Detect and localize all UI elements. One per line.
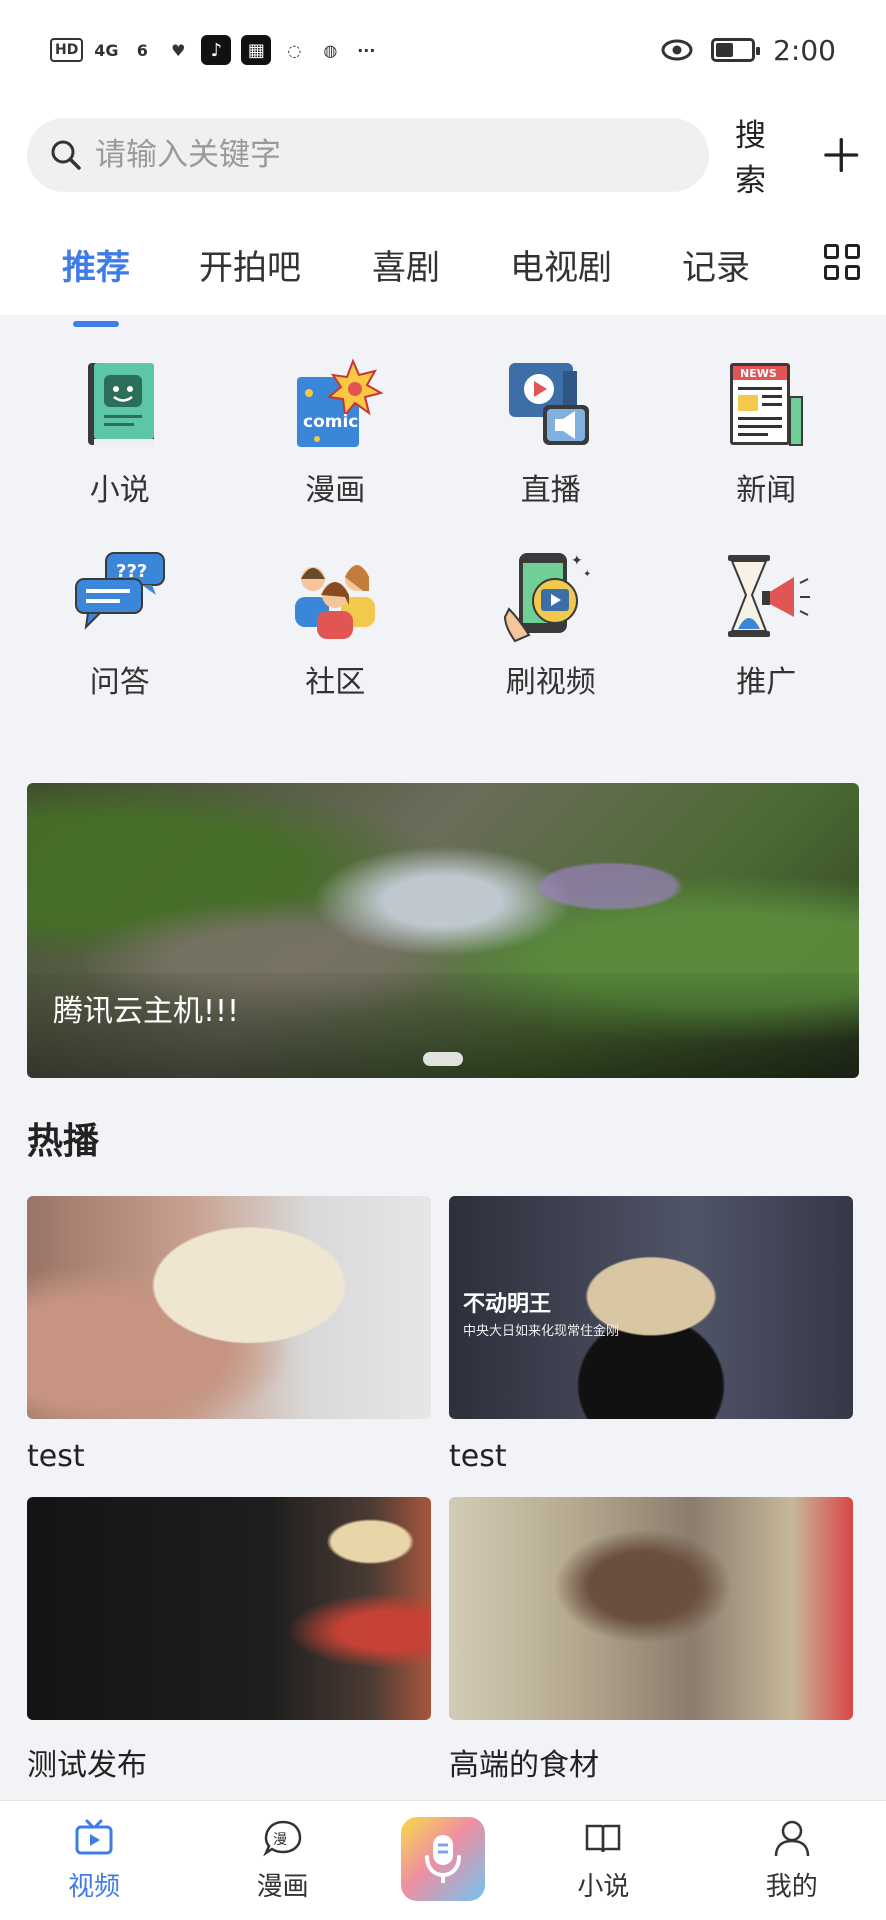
video-thumbnail[interactable] xyxy=(27,1497,431,1720)
tab-kaipaiba[interactable]: 开拍吧 xyxy=(199,240,301,289)
more-notifications-icon: ··· xyxy=(357,40,376,60)
video-card[interactable]: test xyxy=(27,1196,431,1479)
video-card[interactable]: 测试发布 xyxy=(27,1497,431,1783)
category-tabs: 推荐 开拍吧 喜剧 电视剧 记录 xyxy=(0,210,886,315)
tab-comedy[interactable]: 喜剧 xyxy=(372,240,440,289)
nav-novel[interactable]: 小说 xyxy=(533,1818,673,1903)
svg-text:NEWS: NEWS xyxy=(740,367,777,380)
user-icon xyxy=(774,1820,809,1857)
nav-label: 视频 xyxy=(68,1872,121,1902)
video-card[interactable]: 高端的食材 xyxy=(449,1497,853,1783)
video-title: 测试发布 xyxy=(27,1748,147,1783)
nav-video[interactable]: 视频 xyxy=(24,1818,164,1903)
wifi-icon: 6 xyxy=(136,40,148,60)
category-qa[interactable]: ??? 问答 xyxy=(12,549,228,701)
microphone-icon xyxy=(424,1834,461,1883)
qa-icon: ??? xyxy=(74,552,165,630)
video-title: test xyxy=(449,1439,507,1474)
category-label: 推广 xyxy=(736,665,797,700)
nav-label: 漫画 xyxy=(256,1872,309,1902)
svg-text:漫: 漫 xyxy=(273,1832,287,1848)
search-box[interactable] xyxy=(27,118,709,192)
category-label: 问答 xyxy=(89,665,150,700)
svg-text:comic: comic xyxy=(303,412,358,432)
category-label: 漫画 xyxy=(305,473,366,508)
search-button[interactable]: 搜索 xyxy=(735,110,794,200)
category-news[interactable]: NEWS 新闻 xyxy=(659,357,875,509)
voice-assistant-button[interactable] xyxy=(400,1816,485,1901)
status-right: 2:00 xyxy=(661,34,836,67)
health-icon: ♥ xyxy=(171,40,186,60)
plus-icon[interactable] xyxy=(824,137,859,173)
battery-icon xyxy=(711,38,761,62)
chat-icon: ◌ xyxy=(287,40,302,60)
video-card[interactable]: 不动明王 中央大日如来化现常住金刚 test xyxy=(449,1196,853,1479)
category-label: 新闻 xyxy=(736,473,797,508)
hot-section-title: 热播 xyxy=(27,1121,100,1162)
category-label: 刷视频 xyxy=(505,665,596,700)
grid-menu-icon[interactable] xyxy=(824,244,860,280)
category-label: 直播 xyxy=(520,473,581,508)
hd-indicator: HD xyxy=(50,38,84,62)
status-left: HD 4G 6 ♥ ♪ ▦ ◌ ◍ ··· xyxy=(50,35,379,65)
banner-caption: 腾讯云主机!!! xyxy=(53,994,240,1029)
comic-nav-icon: 漫 xyxy=(262,1820,301,1857)
eye-icon xyxy=(661,39,693,61)
signal-icon: 4G xyxy=(94,40,119,60)
video-thumbnail[interactable] xyxy=(27,1196,431,1419)
book-icon xyxy=(87,363,154,445)
category-grid: 小说 comic 漫画 直播 NEWS 新闻 ??? 问答 社区 ✦ ✦ 刷视频… xyxy=(0,315,886,701)
nav-profile[interactable]: 我的 xyxy=(722,1818,862,1903)
status-bar: HD 4G 6 ♥ ♪ ▦ ◌ ◍ ··· 2:00 xyxy=(0,0,886,100)
top-area: HD 4G 6 ♥ ♪ ▦ ◌ ◍ ··· 2:00 搜索 推荐 开拍吧 喜剧 … xyxy=(0,0,886,315)
category-label: 社区 xyxy=(305,665,366,700)
tiktok-icon: ♪ xyxy=(201,35,232,65)
banner-carousel[interactable]: 腾讯云主机!!! xyxy=(27,783,859,1078)
news-icon: NEWS xyxy=(730,363,804,446)
category-community[interactable]: 社区 xyxy=(228,549,444,701)
short-video-icon: ✦ ✦ xyxy=(503,553,591,643)
svg-text:✦: ✦ xyxy=(583,569,591,580)
thumbnail-overlay-subtitle: 中央大日如来化现常住金刚 xyxy=(463,1324,620,1339)
category-label: 小说 xyxy=(89,473,150,508)
carousel-indicator xyxy=(423,1052,463,1066)
video-thumbnail[interactable]: 不动明王 中央大日如来化现常住金刚 xyxy=(449,1196,853,1419)
bottom-navigation: 视频 漫 漫画 小说 我的 xyxy=(0,1800,886,1920)
promotion-icon xyxy=(728,555,811,637)
hot-video-grid: test 不动明王 中央大日如来化现常住金刚 test 测试发布 高端的食材 xyxy=(0,1164,886,1783)
svg-text:✦: ✦ xyxy=(571,553,583,569)
tab-tv-series[interactable]: 电视剧 xyxy=(510,240,612,289)
search-icon xyxy=(51,140,81,170)
search-row: 搜索 xyxy=(0,100,886,210)
nav-comic[interactable]: 漫 漫画 xyxy=(213,1818,353,1903)
tab-recommend[interactable]: 推荐 xyxy=(62,240,130,289)
category-novel[interactable]: 小说 xyxy=(12,357,228,509)
video-thumbnail[interactable] xyxy=(449,1497,853,1720)
search-input[interactable] xyxy=(95,137,655,173)
video-title: test xyxy=(27,1439,85,1474)
tab-documentary[interactable]: 记录 xyxy=(682,240,750,289)
category-promotion[interactable]: 推广 xyxy=(659,549,875,701)
category-comic[interactable]: comic 漫画 xyxy=(228,357,444,509)
category-live[interactable]: 直播 xyxy=(443,357,659,509)
live-icon xyxy=(508,363,589,445)
video-title: 高端的食材 xyxy=(449,1748,599,1783)
community-icon xyxy=(295,565,376,639)
nav-label: 我的 xyxy=(765,1872,818,1902)
thumbnail-overlay-title: 不动明王 xyxy=(463,1291,552,1317)
globe-icon: ◍ xyxy=(323,40,338,60)
tv-icon xyxy=(75,1819,113,1855)
qr-app-icon: ▦ xyxy=(241,35,272,65)
category-short-video[interactable]: ✦ ✦ 刷视频 xyxy=(443,549,659,701)
comic-icon: comic xyxy=(297,358,384,447)
open-book-icon xyxy=(586,1824,621,1853)
clock: 2:00 xyxy=(773,33,836,67)
nav-label: 小说 xyxy=(577,1872,630,1902)
